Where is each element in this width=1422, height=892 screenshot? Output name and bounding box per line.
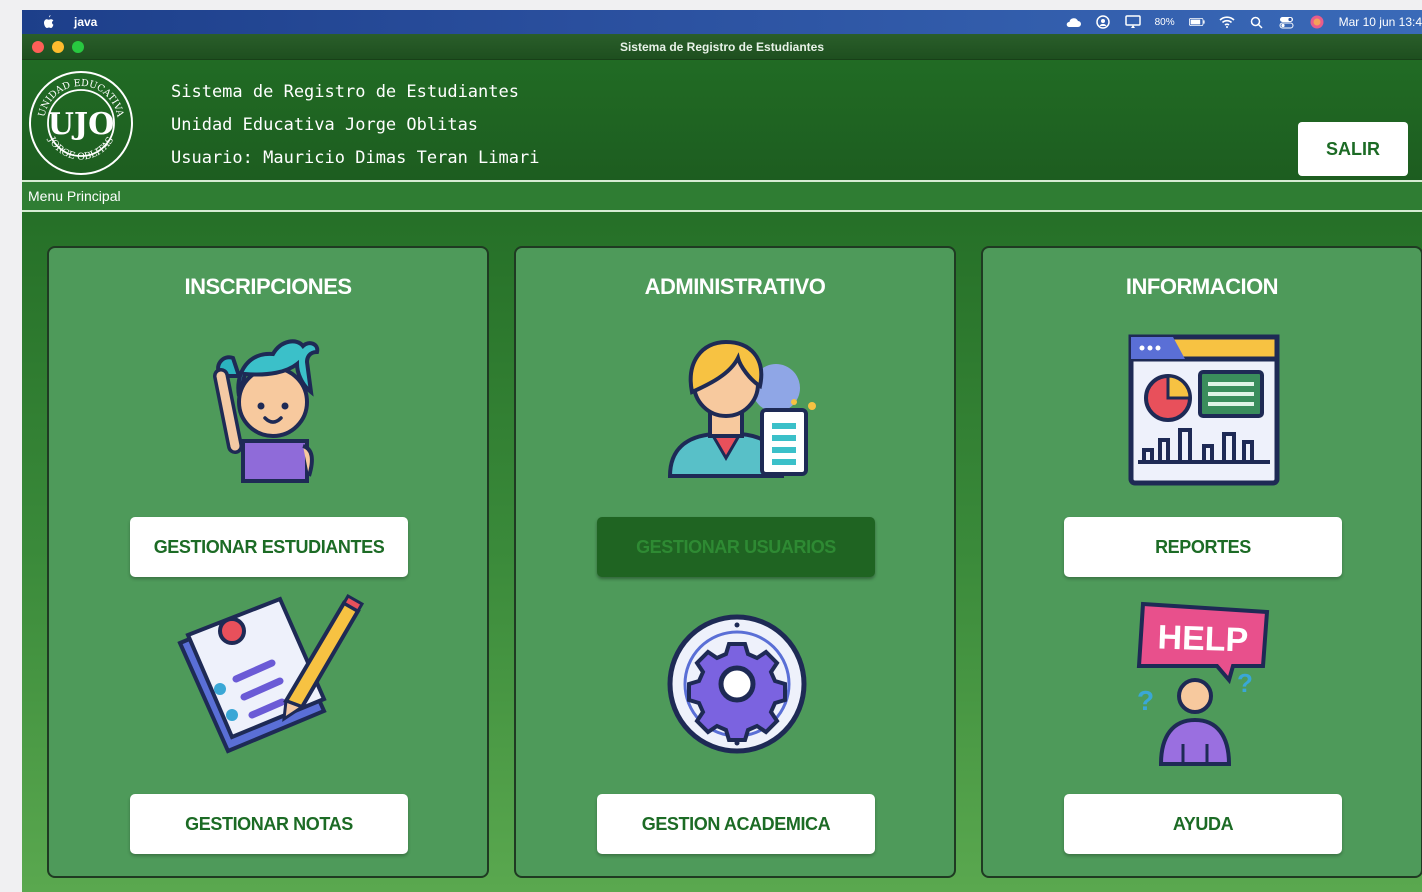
ayuda-button[interactable]: AYUDA bbox=[1064, 794, 1342, 854]
help-sign-text: HELP bbox=[1157, 618, 1249, 659]
svg-text:?: ? bbox=[1237, 668, 1253, 698]
battery-icon[interactable] bbox=[1188, 14, 1205, 30]
logo-monogram: UJO bbox=[48, 107, 115, 142]
gestionar-usuarios-button[interactable]: GESTIONAR USUARIOS bbox=[597, 517, 875, 577]
gestionar-estudiantes-button[interactable]: GESTIONAR ESTUDIANTES bbox=[130, 517, 408, 577]
report-dashboard-icon bbox=[1128, 334, 1280, 486]
gestionar-notas-button[interactable]: GESTIONAR NOTAS bbox=[130, 794, 408, 854]
active-app-name[interactable]: java bbox=[74, 15, 97, 29]
apple-logo-icon[interactable] bbox=[42, 15, 54, 29]
header-user-name: Usuario: Mauricio Dimas Teran Limari bbox=[171, 148, 540, 168]
panel-informacion: INFORMACION REPORTES HELP ? ? AYUDA bbox=[981, 246, 1422, 878]
window-title: Sistema de Registro de Estudiantes bbox=[619, 39, 825, 54]
battery-percent: 80% bbox=[1154, 16, 1175, 28]
gear-icon bbox=[667, 614, 807, 754]
control-center-icon[interactable] bbox=[1279, 14, 1295, 30]
siri-icon[interactable] bbox=[1309, 14, 1325, 30]
panel-title-inscripciones: INSCRIPCIONES bbox=[184, 274, 352, 299]
svg-text:?: ? bbox=[1137, 685, 1154, 716]
panel-title-informacion: INFORMACION bbox=[1125, 274, 1279, 299]
user-circle-icon[interactable] bbox=[1095, 14, 1111, 30]
help-person-icon: HELP ? ? bbox=[1136, 601, 1270, 766]
display-mirror-icon[interactable] bbox=[1124, 14, 1141, 30]
cloud-icon[interactable] bbox=[1065, 14, 1081, 30]
menu-principal-label: Menu Principal bbox=[22, 182, 1422, 212]
window-titlebar[interactable]: Sistema de Registro de Estudiantes bbox=[22, 34, 1422, 60]
panel-administrativo: ADMINISTRATIVO GESTIONAR USUARIOS GESTIO… bbox=[514, 246, 956, 878]
wifi-icon[interactable] bbox=[1219, 14, 1235, 30]
student-raising-hand-icon bbox=[213, 339, 320, 483]
panel-title-administrativo: ADMINISTRATIVO bbox=[644, 274, 826, 299]
notes-pencil-icon bbox=[177, 593, 364, 754]
school-logo: UNIDAD EDUCATIVA JORGE OBLITAS UJO bbox=[29, 71, 133, 175]
header-system-name: Sistema de Registro de Estudiantes bbox=[171, 82, 519, 102]
app-header: UNIDAD EDUCATIVA JORGE OBLITAS UJO Siste… bbox=[22, 60, 1422, 182]
panel-inscripciones: INSCRIPCIONES GESTIONAR ESTUDIANTES GEST… bbox=[47, 246, 489, 878]
gestion-academica-button[interactable]: GESTION ACADEMICA bbox=[597, 794, 875, 854]
system-menu-bar: java 80% Mar 10 jun 13:4 bbox=[22, 10, 1422, 34]
reportes-button[interactable]: REPORTES bbox=[1064, 517, 1342, 577]
search-icon[interactable] bbox=[1249, 14, 1265, 30]
app-window: Sistema de Registro de Estudiantes UNIDA… bbox=[22, 34, 1422, 892]
menubar-clock[interactable]: Mar 10 jun 13:4 bbox=[1339, 15, 1422, 29]
header-school-name: Unidad Educativa Jorge Oblitas bbox=[171, 115, 479, 135]
logout-button[interactable]: SALIR bbox=[1298, 122, 1408, 176]
admin-user-icon bbox=[667, 339, 816, 478]
